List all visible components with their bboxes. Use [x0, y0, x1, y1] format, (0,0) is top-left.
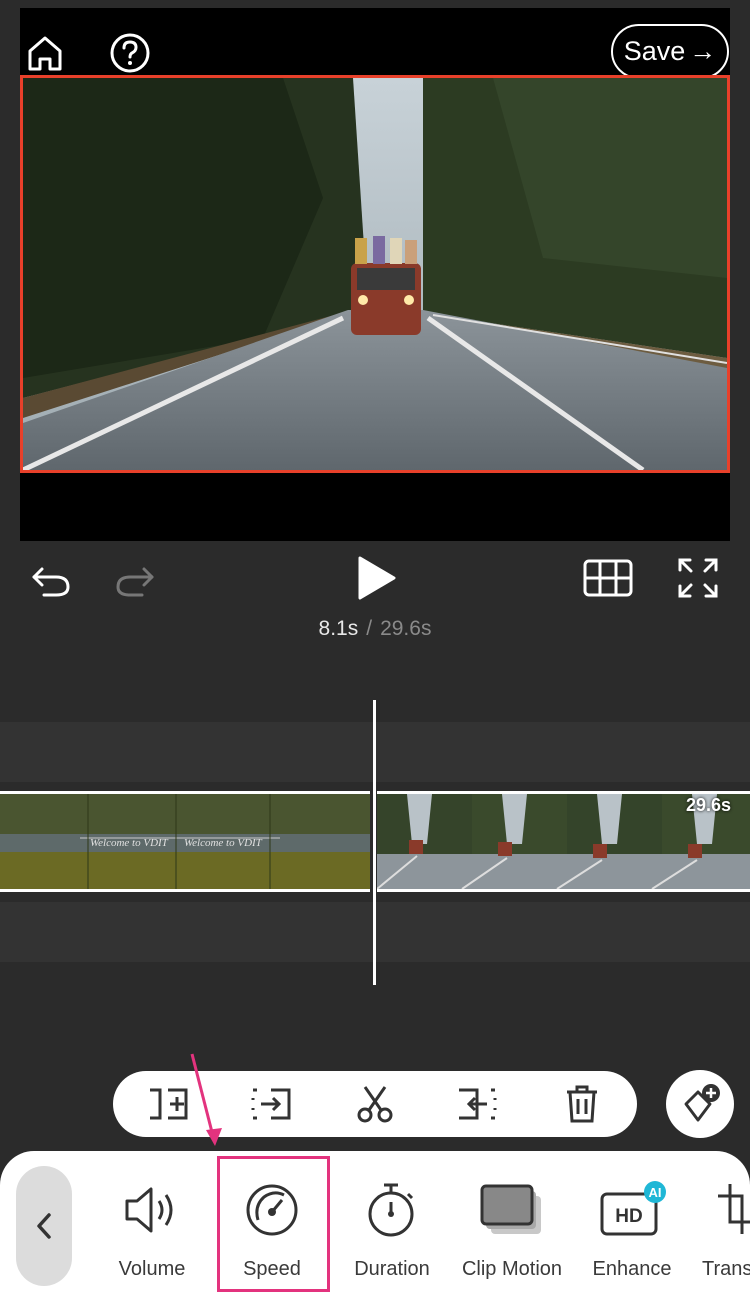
- save-button[interactable]: Save →: [611, 24, 729, 79]
- time-separator: /: [366, 617, 373, 640]
- chevron-left-icon: [37, 1213, 51, 1239]
- tool-volume[interactable]: Volume: [92, 1172, 212, 1292]
- keyframe-add-icon: [684, 1084, 720, 1122]
- home-button[interactable]: [22, 30, 68, 76]
- video-preview[interactable]: [20, 75, 730, 473]
- clip-duration-label: 29.6s: [686, 795, 732, 815]
- side-margin-left: [0, 8, 20, 541]
- tool-volume-label: Volume: [118, 1258, 186, 1280]
- split-left-icon: [251, 1088, 291, 1120]
- scissors-button[interactable]: [352, 1081, 398, 1127]
- player-controls: [0, 541, 750, 661]
- stopwatch-icon: [368, 1183, 414, 1237]
- tool-transform-label: Trans: [702, 1258, 750, 1280]
- hd-enhance-icon: HD AI: [600, 1181, 666, 1236]
- volume-icon: [125, 1187, 173, 1233]
- tool-clip-motion[interactable]: Clip Motion: [452, 1172, 572, 1292]
- fullscreen-icon[interactable]: [677, 557, 719, 599]
- split-left-button[interactable]: [248, 1081, 294, 1127]
- tool-duration-label: Duration: [354, 1258, 430, 1280]
- home-icon: [28, 36, 62, 71]
- side-margin-right: [730, 8, 750, 541]
- play-icon[interactable]: [356, 555, 398, 601]
- time-display: 8.1s / 29.6s: [0, 617, 750, 641]
- keyframe-add-button[interactable]: [666, 1070, 734, 1138]
- help-icon: [110, 33, 150, 73]
- current-time: 8.1s: [318, 617, 359, 640]
- tool-transform[interactable]: Trans: [692, 1172, 750, 1292]
- undo-icon[interactable]: [30, 559, 72, 599]
- help-button[interactable]: [107, 30, 153, 76]
- tool-duration[interactable]: Duration: [332, 1172, 452, 1292]
- trash-icon: [567, 1085, 597, 1123]
- clip-1-thumbnails: Welcome to VDIT Welcome to VDIT: [0, 794, 370, 889]
- crop-icon: [718, 1184, 750, 1234]
- clip-1-watermark-2: Welcome to VDIT: [184, 837, 263, 849]
- clip-motion-icon: [480, 1184, 541, 1234]
- playhead[interactable]: [373, 700, 376, 985]
- total-time: 29.6s: [380, 617, 432, 640]
- hd-label: HD: [615, 1206, 642, 1227]
- top-strip: [0, 0, 750, 8]
- split-right-icon: [459, 1088, 497, 1120]
- arrow-right-icon: →: [689, 36, 717, 66]
- redo-icon[interactable]: [114, 559, 156, 599]
- scissors-icon: [357, 1086, 393, 1123]
- grid-icon[interactable]: [583, 559, 633, 599]
- speed-highlight-box: [217, 1156, 330, 1292]
- clip-1-watermark: Welcome to VDIT: [90, 837, 169, 849]
- tool-enhance[interactable]: HD AI Enhance: [572, 1172, 692, 1292]
- split-right-button[interactable]: [454, 1081, 500, 1127]
- annotation-arrow-icon: [190, 1053, 222, 1146]
- video-frame-image: [23, 78, 727, 470]
- tool-clip-motion-label: Clip Motion: [461, 1258, 563, 1280]
- ai-badge: AI: [649, 1185, 662, 1200]
- tool-enhance-label: Enhance: [592, 1258, 672, 1280]
- back-button[interactable]: [16, 1166, 72, 1286]
- timeline-clip-1[interactable]: Welcome to VDIT Welcome to VDIT: [0, 791, 370, 892]
- save-label: Save: [623, 36, 686, 66]
- delete-button[interactable]: [559, 1081, 605, 1127]
